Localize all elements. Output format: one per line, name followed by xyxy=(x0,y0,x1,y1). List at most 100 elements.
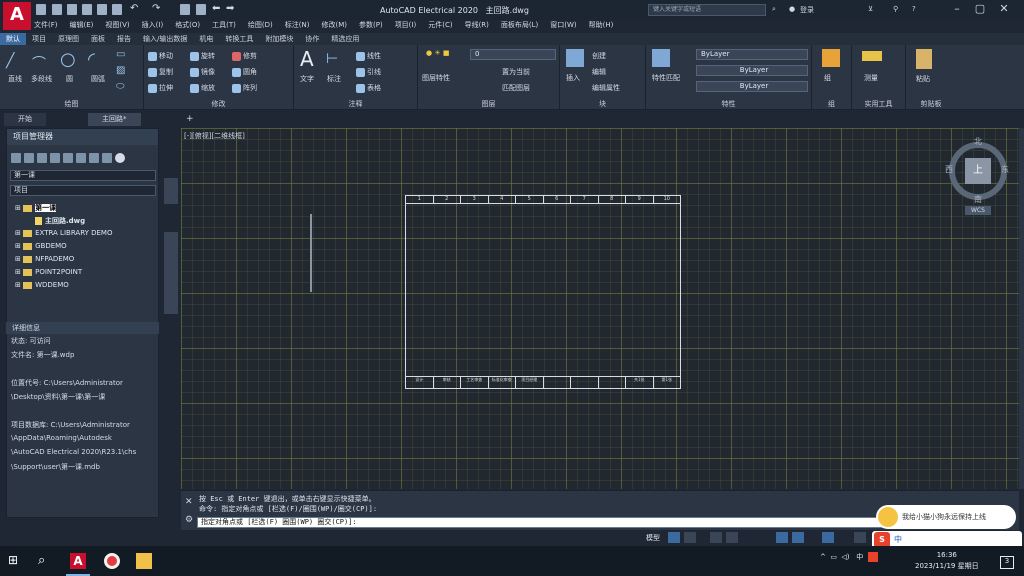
properties-panel-title[interactable]: 特性 xyxy=(646,99,811,109)
layer-dropdown[interactable]: 0 xyxy=(470,49,556,60)
clock[interactable]: 16:36 2023/11/19 星期日 xyxy=(915,550,979,572)
minimize-icon[interactable]: – xyxy=(950,2,964,16)
publish-icon[interactable] xyxy=(76,153,86,163)
menu-item[interactable]: 面板布局(L) xyxy=(501,20,538,30)
cart-icon[interactable]: ⊻ xyxy=(868,5,873,13)
ribbon-tab[interactable]: 精选应用 xyxy=(325,33,365,45)
menu-item[interactable]: 插入(I) xyxy=(142,20,164,30)
tree-project-item[interactable]: ⊞ WDDEMO xyxy=(15,281,69,289)
dimension-icon[interactable]: ⊢ xyxy=(326,51,338,67)
expand-icon[interactable]: ⊞ xyxy=(15,242,23,250)
dimension-button[interactable]: 标注 xyxy=(327,74,341,84)
move-button[interactable]: 移动 xyxy=(148,51,173,61)
text-icon[interactable]: A xyxy=(300,47,314,71)
command-settings-icon[interactable]: ⚙ xyxy=(185,515,193,525)
view-select[interactable]: 项目 xyxy=(10,185,156,196)
menu-item[interactable]: 格式(O) xyxy=(175,20,200,30)
mirror-button[interactable]: 镜像 xyxy=(190,67,215,77)
model-space-button[interactable]: 模型 xyxy=(646,533,660,543)
login-link[interactable]: 登录 xyxy=(800,5,814,15)
menu-item[interactable]: 修改(M) xyxy=(321,20,347,30)
notification-center-icon[interactable]: 3 xyxy=(1000,556,1014,569)
exchange-icon[interactable]: ⚲ xyxy=(893,5,898,13)
expand-icon[interactable]: ⊞ xyxy=(15,255,23,263)
volume-icon[interactable]: ◁) xyxy=(841,553,849,561)
app-menu-button[interactable]: A xyxy=(3,2,31,30)
properties-icon[interactable] xyxy=(63,153,73,163)
osnap-icon[interactable] xyxy=(776,532,788,543)
compass-north[interactable]: 北 xyxy=(974,136,982,147)
search-input[interactable]: 键入关键字或短语 xyxy=(648,4,766,16)
layer-state-icon[interactable]: ● ☀ ■ xyxy=(426,49,449,57)
otrack-icon[interactable] xyxy=(792,532,804,543)
paste-icon[interactable] xyxy=(916,49,932,69)
notification-bubble[interactable]: 我给小猫小狗永远保持上线 xyxy=(876,505,1016,529)
ribbon-tab[interactable]: 转换工具 xyxy=(219,33,259,45)
plot-project-icon[interactable] xyxy=(89,153,99,163)
tree-project-item[interactable]: ⊞ POINT2POINT xyxy=(15,268,82,276)
menu-item[interactable]: 元件(C) xyxy=(428,20,452,30)
line-icon[interactable]: ╱ xyxy=(6,53,14,69)
tab-start[interactable]: 开始 xyxy=(4,113,46,126)
file-explorer-icon[interactable] xyxy=(136,553,152,569)
workspace-icon[interactable] xyxy=(854,532,866,543)
menu-item[interactable]: 帮助(H) xyxy=(589,20,614,30)
menu-item[interactable]: 视图(V) xyxy=(105,20,129,30)
ribbon-tab[interactable]: 项目 xyxy=(26,33,52,45)
copy-button[interactable]: 复制 xyxy=(148,67,173,77)
compass-west[interactable]: 西 xyxy=(945,164,953,175)
open-web-icon[interactable] xyxy=(97,4,107,15)
menu-item[interactable]: 编辑(E) xyxy=(70,20,94,30)
table-button[interactable]: 表格 xyxy=(356,83,381,93)
plot-icon[interactable] xyxy=(112,4,122,15)
redo-icon[interactable]: ↷ xyxy=(152,3,160,14)
ellipse-icon[interactable]: ⬭ xyxy=(116,81,125,92)
measure-button[interactable]: 测量 xyxy=(864,73,878,83)
project-open-icon[interactable] xyxy=(196,4,206,15)
open-project-icon[interactable] xyxy=(11,153,21,163)
back-icon[interactable]: ⬅ xyxy=(212,3,220,14)
match-layer-button[interactable]: 匹配图层 xyxy=(502,83,530,93)
line-button[interactable]: 直线 xyxy=(8,74,22,84)
group-button[interactable]: 组 xyxy=(824,73,831,83)
save-icon[interactable] xyxy=(67,4,77,15)
linear-button[interactable]: 线性 xyxy=(356,51,381,61)
edit-block-button[interactable]: 编辑 xyxy=(592,67,606,77)
settings-icon[interactable] xyxy=(102,153,112,163)
help-icon[interactable] xyxy=(115,153,125,163)
utilities-panel-title[interactable]: 实用工具 xyxy=(852,99,905,109)
paste-button[interactable]: 粘贴 xyxy=(916,74,930,84)
clipboard-panel-title[interactable]: 剪贴板 xyxy=(906,99,956,109)
arc-icon[interactable]: ◜ xyxy=(88,49,95,70)
autocad-taskbar-icon[interactable]: A xyxy=(70,553,86,569)
vertical-scrollbar[interactable] xyxy=(1019,128,1024,489)
trim-button[interactable]: 修剪 xyxy=(232,51,257,61)
group-icon[interactable] xyxy=(822,49,840,67)
modify-panel-title[interactable]: 修改 xyxy=(144,99,293,109)
wcs-menu[interactable]: WCS xyxy=(965,206,991,215)
snap-icon[interactable] xyxy=(684,532,696,543)
menu-item[interactable]: 窗口(W) xyxy=(550,20,576,30)
color-dropdown[interactable]: ByLayer xyxy=(696,49,808,60)
annotation-panel-title[interactable]: 注释 xyxy=(294,99,417,109)
ribbon-tab[interactable]: 原理图 xyxy=(52,33,85,45)
project-new-icon[interactable] xyxy=(180,4,190,15)
search-icon[interactable]: ⌕ xyxy=(772,5,776,14)
lineweight-dropdown[interactable]: ByLayer xyxy=(696,81,808,92)
arc-button[interactable]: 圆弧 xyxy=(91,74,105,84)
tree-project-item[interactable]: ⊞ 第一课 xyxy=(15,203,57,213)
tray-chevron-icon[interactable]: ^ xyxy=(820,553,826,561)
network-icon[interactable]: ▭ xyxy=(830,553,837,561)
stretch-button[interactable]: 拉伸 xyxy=(148,83,173,93)
expand-icon[interactable]: ⊞ xyxy=(15,204,23,212)
polyline-button[interactable]: 多段线 xyxy=(31,74,52,84)
tab-drawing[interactable]: 主回路* xyxy=(88,113,141,126)
help-icon[interactable]: ? xyxy=(912,5,916,13)
ribbon-tab[interactable]: 输入/输出数据 xyxy=(137,33,193,45)
taskbar-search-icon[interactable]: ⌕ xyxy=(38,553,54,569)
viewport-label[interactable]: [-][俯视][二维线框] xyxy=(184,131,245,141)
tree-project-item[interactable]: ⊞ GBDEMO xyxy=(15,242,67,250)
array-button[interactable]: 阵列 xyxy=(232,83,257,93)
scale-button[interactable]: 缩放 xyxy=(190,83,215,93)
new-project-icon[interactable] xyxy=(24,153,34,163)
